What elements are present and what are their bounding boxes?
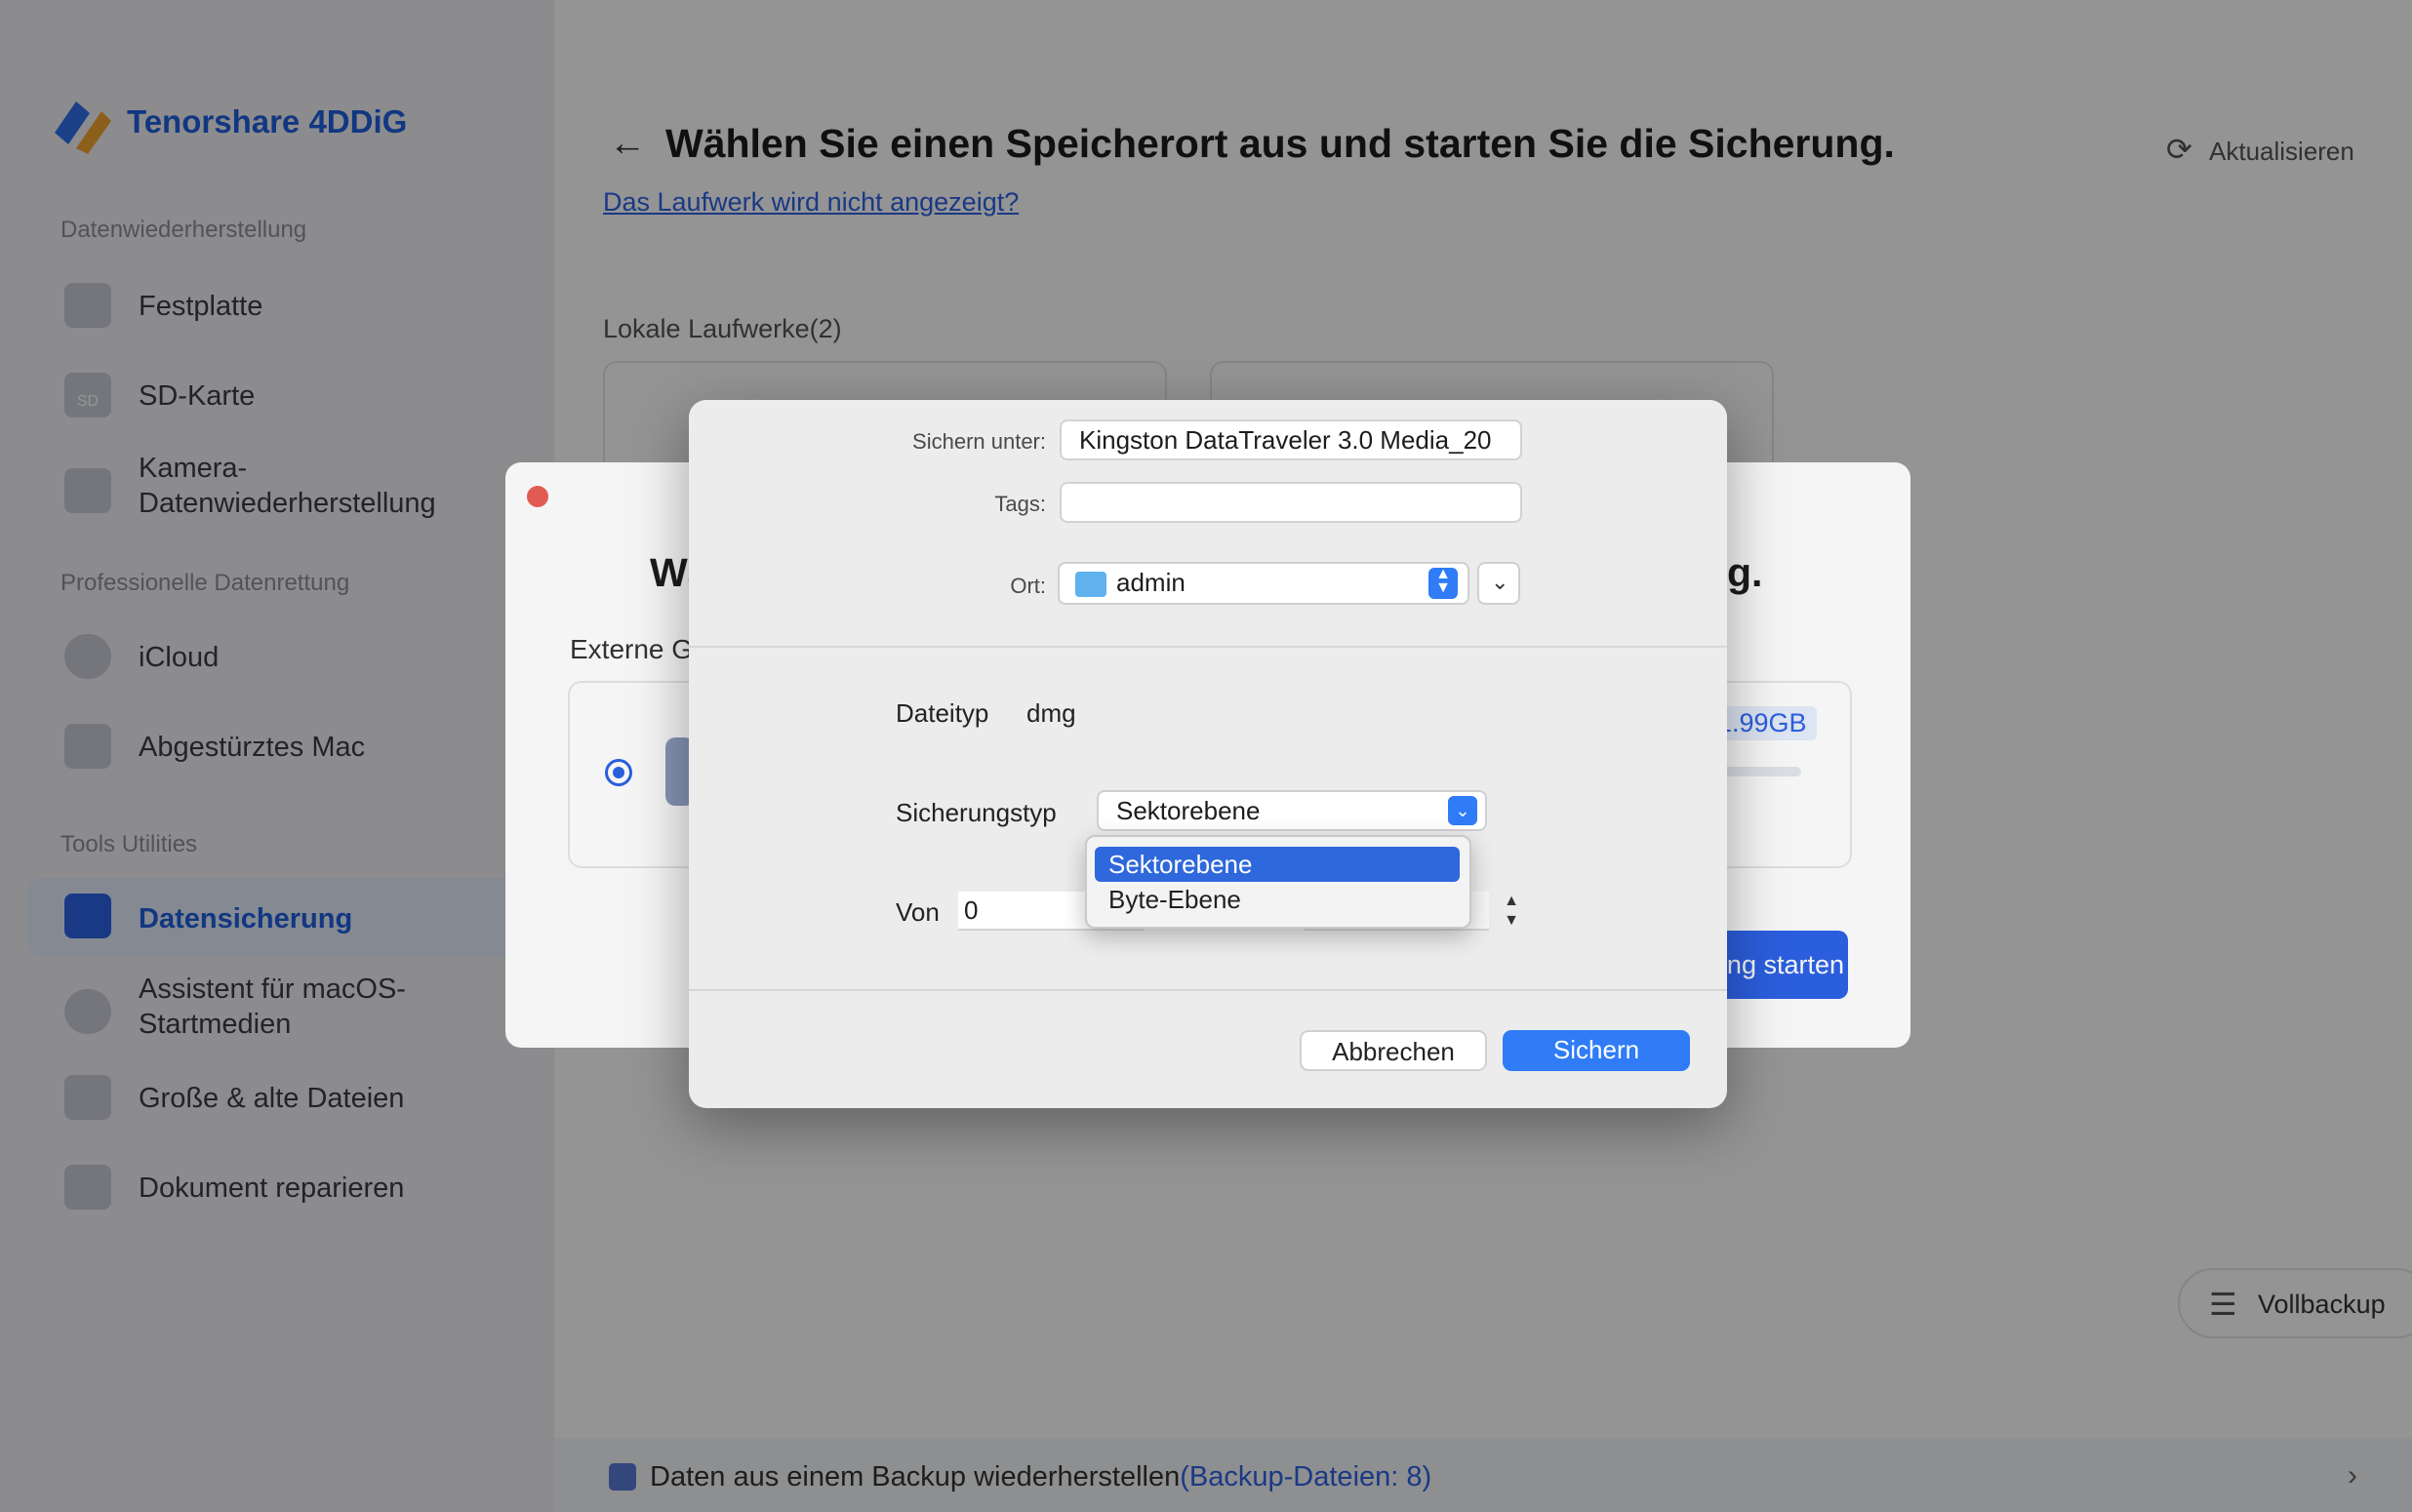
tags-label: Tags: <box>994 492 1046 516</box>
location-label: Ort: <box>1010 574 1046 598</box>
cancel-button[interactable]: Abbrechen <box>1300 1030 1487 1071</box>
save-as-label: Sichern unter: <box>912 429 1046 454</box>
save-button[interactable]: Sichern <box>1503 1030 1690 1071</box>
folder-icon <box>1075 572 1106 597</box>
stepper-icon: ▲ ▼ <box>1428 567 1458 599</box>
tags-field[interactable] <box>1060 482 1522 523</box>
dropdown-arrow-icon: ⌄ <box>1448 796 1477 825</box>
backup-type-menu: Sektorebene Byte-Ebene <box>1085 835 1471 929</box>
location-select[interactable]: admin ▲ ▼ <box>1058 562 1469 605</box>
backup-type-select[interactable]: Sektorebene ⌄ <box>1097 790 1487 831</box>
divider <box>689 989 1727 991</box>
menu-item-sektorebene[interactable]: Sektorebene <box>1095 847 1460 882</box>
backup-type-label: Sicherungstyp <box>896 798 1057 827</box>
save-panel: Sichern unter: Kingston DataTraveler 3.0… <box>689 400 1727 1108</box>
to-stepper[interactable]: ▲ ▼ <box>1499 892 1524 935</box>
file-type-label: Dateityp <box>896 698 989 728</box>
menu-item-byte-ebene[interactable]: Byte-Ebene <box>1095 882 1460 917</box>
chevron-down-icon: ⌄ <box>1491 570 1509 594</box>
from-label: Von <box>896 897 940 927</box>
file-type-value: dmg <box>1026 698 1076 728</box>
expand-panel-button[interactable]: ⌄ <box>1477 562 1520 605</box>
save-as-field[interactable]: Kingston DataTraveler 3.0 Media_20 <box>1060 419 1522 460</box>
location-value: admin <box>1116 568 1186 597</box>
backup-type-value: Sektorebene <box>1116 796 1261 825</box>
